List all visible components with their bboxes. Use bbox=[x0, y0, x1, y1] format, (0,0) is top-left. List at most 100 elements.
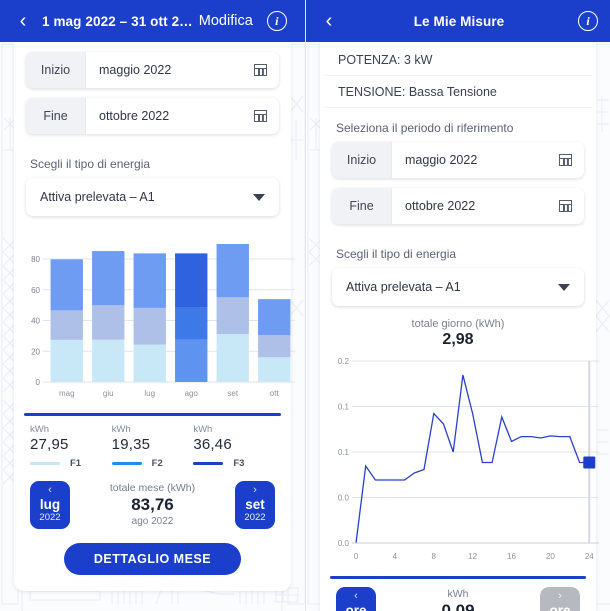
start-period-field[interactable]: Inizio maggio 2022 bbox=[332, 142, 584, 178]
svg-text:ott: ott bbox=[270, 389, 280, 398]
next-month-year: 2022 bbox=[244, 512, 266, 524]
svg-text:0: 0 bbox=[36, 378, 41, 387]
energy-type-select[interactable]: Attiva prelevata – A1 bbox=[332, 268, 584, 306]
legend-unit: kWh bbox=[30, 423, 49, 435]
dual-screenshot: ‹ 1 mag 2022 – 31 ott 2… Modifica i Iniz… bbox=[0, 0, 610, 611]
back-button[interactable]: ‹ bbox=[318, 10, 340, 32]
calendar-icon[interactable] bbox=[546, 188, 584, 224]
left-card: Inizio maggio 2022 Fine ottobre 2022 Sce… bbox=[14, 42, 295, 591]
month-total: totale mese (kWh) 83,76 ago 2022 bbox=[70, 482, 235, 527]
svg-text:8: 8 bbox=[432, 552, 437, 561]
legend-name: F2 bbox=[151, 457, 163, 469]
start-period-label: Inizio bbox=[332, 142, 392, 178]
energy-type-value: Attiva prelevata – A1 bbox=[40, 190, 155, 204]
calendar-icon[interactable] bbox=[241, 52, 279, 88]
energy-type-select[interactable]: Attiva prelevata – A1 bbox=[26, 178, 279, 216]
start-period-label: Inizio bbox=[26, 52, 86, 88]
month-total-period: ago 2022 bbox=[131, 516, 174, 527]
calendar-icon[interactable] bbox=[241, 98, 279, 134]
info-icon[interactable]: i bbox=[266, 11, 287, 31]
energy-type-value: Attiva prelevata – A1 bbox=[346, 280, 461, 294]
right-app-bar: ‹ Le Mie Misure i bbox=[306, 0, 610, 42]
energy-type-label: Scegli il tipo di energia bbox=[30, 157, 151, 171]
line-chart-svg: 0.2 0.1 0.1 0.0 0.0 0 4 8 12 16 20 24 bbox=[338, 357, 599, 561]
start-period-value: maggio 2022 bbox=[99, 63, 172, 77]
legend-key: F2 bbox=[111, 457, 194, 469]
svg-text:giu: giu bbox=[103, 389, 114, 398]
chevron-left-icon: ‹ bbox=[354, 589, 358, 602]
back-button[interactable]: ‹ bbox=[12, 10, 34, 32]
svg-text:0.1: 0.1 bbox=[338, 448, 350, 457]
prev-hour-button[interactable]: ‹ ore 23 bbox=[336, 586, 376, 611]
calendar-icon[interactable] bbox=[546, 142, 584, 178]
chevron-down-icon bbox=[253, 193, 265, 201]
svg-text:mag: mag bbox=[59, 389, 75, 398]
svg-text:40: 40 bbox=[31, 317, 40, 326]
hour-total-value: 0,09 bbox=[441, 601, 475, 611]
month-total-value: 83,76 bbox=[131, 495, 174, 514]
legend-unit: kWh bbox=[111, 423, 131, 435]
legend-name: F3 bbox=[233, 457, 245, 469]
hour-navigation: ‹ ore 23 kWh 0,09 ore 24 › ore 0 bbox=[320, 579, 596, 611]
svg-text:20: 20 bbox=[546, 552, 555, 561]
end-period-field[interactable]: Fine ottobre 2022 bbox=[26, 98, 279, 134]
day-total-label: totale giorno (kWh) bbox=[411, 318, 505, 330]
svg-text:0.0: 0.0 bbox=[338, 494, 350, 503]
start-period-value: maggio 2022 bbox=[405, 153, 478, 167]
legend-value: 27,95 bbox=[30, 435, 69, 453]
edit-button[interactable]: Modifica bbox=[199, 13, 253, 29]
chevron-right-icon: › bbox=[558, 589, 562, 602]
voltage-info-row: TENSIONE: Bassa Tensione bbox=[324, 76, 592, 108]
next-month-label: set bbox=[245, 496, 265, 512]
next-hour-button[interactable]: › ore 0 bbox=[540, 586, 580, 611]
chevron-left-icon: ‹ bbox=[48, 483, 52, 496]
day-total-value: 2,98 bbox=[442, 331, 474, 348]
hour-total: kWh 0,09 ore 24 bbox=[376, 588, 540, 611]
energy-band-legend: kWh 27,95 F1 kWh 19,35 F2 kWh 36,46 F3 bbox=[14, 416, 291, 471]
svg-text:0.1: 0.1 bbox=[338, 403, 350, 412]
svg-text:set: set bbox=[227, 389, 238, 398]
start-period-field[interactable]: Inizio maggio 2022 bbox=[26, 52, 279, 88]
day-total-header: totale giorno (kWh) 2,98 bbox=[320, 306, 596, 349]
end-period-label: Fine bbox=[332, 188, 392, 224]
energy-type-label: Scegli il tipo di energia bbox=[336, 247, 457, 261]
monthly-bar-chart[interactable]: 0 20 40 60 80 mag giu lug ago set ott bbox=[20, 232, 295, 409]
prev-month-button[interactable]: ‹ lug 2022 bbox=[30, 480, 70, 529]
next-month-button[interactable]: › set 2022 bbox=[235, 480, 275, 529]
info-icon[interactable]: i bbox=[578, 11, 598, 31]
svg-text:24: 24 bbox=[585, 552, 594, 561]
end-period-label: Fine bbox=[26, 98, 86, 134]
svg-text:80: 80 bbox=[31, 255, 40, 264]
svg-text:0: 0 bbox=[354, 552, 359, 561]
svg-text:16: 16 bbox=[507, 552, 516, 561]
legend-swatch bbox=[193, 461, 224, 465]
svg-text:20: 20 bbox=[31, 347, 40, 356]
left-app-bar: ‹ 1 mag 2022 – 31 ott 2… Modifica i bbox=[0, 0, 305, 42]
cta-container: DETTAGLIO MESE bbox=[14, 529, 291, 581]
end-period-field[interactable]: Fine ottobre 2022 bbox=[332, 188, 584, 224]
bar-chart-svg: 0 20 40 60 80 mag giu lug ago set ott bbox=[31, 243, 295, 398]
legend-name: F1 bbox=[70, 457, 82, 469]
month-detail-button[interactable]: DETTAGLIO MESE bbox=[63, 542, 242, 575]
end-period-value: ottobre 2022 bbox=[99, 109, 170, 123]
right-card: POTENZA: 3 kW TENSIONE: Bassa Tensione S… bbox=[320, 42, 599, 611]
legend-swatch bbox=[30, 461, 60, 465]
hour-total-label: kWh bbox=[447, 588, 469, 600]
legend-value: 36,46 bbox=[193, 435, 232, 453]
svg-text:lug: lug bbox=[144, 389, 155, 398]
legend-key: F1 bbox=[30, 458, 112, 469]
page-title: 1 mag 2022 – 31 ott 2… bbox=[42, 13, 193, 29]
hourly-line-chart[interactable]: 0.2 0.1 0.1 0.0 0.0 0 4 8 12 16 20 24 bbox=[326, 355, 599, 572]
prev-month-label: lug bbox=[39, 496, 61, 512]
legend-unit: kWh bbox=[193, 423, 213, 435]
svg-text:60: 60 bbox=[31, 286, 40, 295]
chevron-down-icon bbox=[558, 283, 570, 291]
svg-text:ago: ago bbox=[185, 389, 199, 398]
svg-text:12: 12 bbox=[468, 552, 477, 561]
period-section-label: Seleziona il periodo di riferimento bbox=[336, 121, 514, 135]
month-total-label: totale mese (kWh) bbox=[109, 482, 196, 494]
legend-item: kWh 19,35 F2 bbox=[111, 423, 194, 469]
legend-swatch bbox=[111, 461, 142, 465]
svg-text:4: 4 bbox=[393, 552, 398, 561]
prev-month-year: 2022 bbox=[39, 512, 61, 524]
